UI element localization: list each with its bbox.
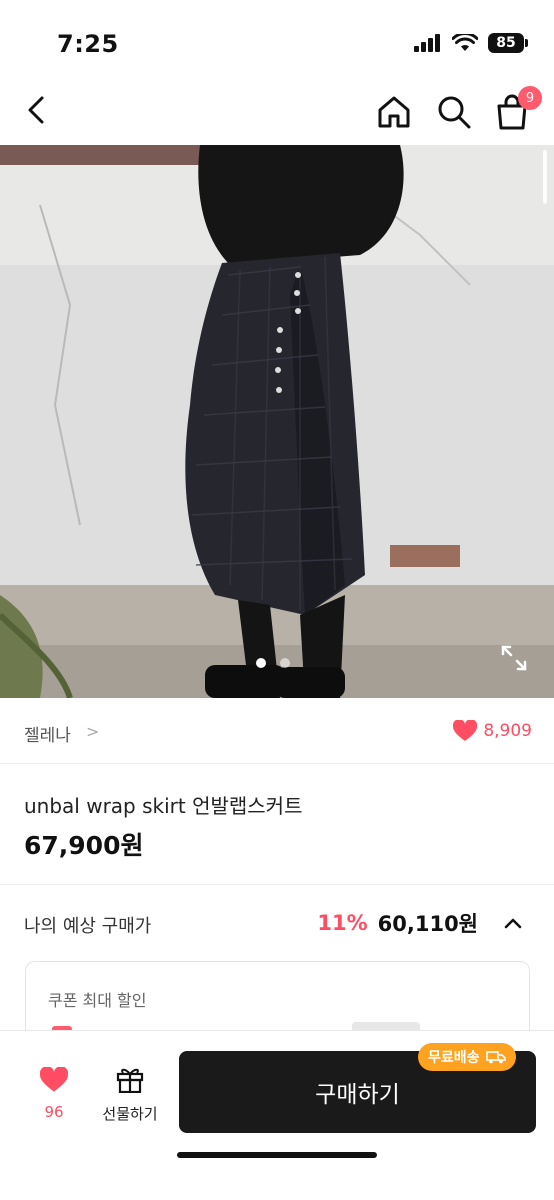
product-image[interactable] [0, 145, 554, 698]
nav-bar [0, 80, 554, 144]
product-photo [0, 145, 554, 698]
status-time: 7:25 [57, 30, 119, 58]
carousel-dot[interactable] [280, 658, 290, 668]
carousel-dot-active[interactable] [256, 658, 266, 668]
free-shipping-label: 무료배송 [428, 1050, 480, 1066]
product-price: 67,900원 [24, 831, 144, 860]
likes-count: 8,909 [483, 721, 532, 741]
seller-name[interactable]: 젤레나 [24, 721, 71, 746]
home-icon[interactable] [374, 92, 414, 132]
home-indicator [177, 1152, 377, 1158]
chevron-right-icon: > [86, 722, 100, 741]
divider [0, 884, 554, 885]
delivery-truck-icon [485, 1051, 506, 1064]
free-shipping-badge: 무료배송 [418, 1043, 516, 1071]
cart-count-badge: 9 [518, 86, 542, 110]
expected-price: 60,110원 [377, 912, 478, 936]
expected-price-toggle[interactable]: 11% 60,110원 [317, 908, 524, 938]
discount-rate: 11% [317, 911, 368, 935]
seller-row[interactable]: 젤레나 > 8,909 [0, 700, 554, 764]
chevron-up-icon[interactable] [502, 912, 524, 934]
coupon-title: 쿠폰 최대 할인 [48, 991, 147, 1010]
image-scroll-indicator [543, 150, 547, 204]
signal-icon [414, 34, 440, 52]
status-bar: 7:25 85 [0, 0, 554, 80]
bottom-action-bar: 96 선물하기 구매하기 무료배송 [0, 1030, 554, 1200]
product-title: unbal wrap skirt 언발랩스커트 [24, 794, 303, 818]
battery-icon: 85 [488, 33, 528, 53]
expected-price-label: 나의 예상 구매가 [24, 916, 152, 937]
gift-label: 선물하기 [102, 1105, 158, 1123]
gift-icon [116, 1068, 144, 1094]
like-counter[interactable]: 8,909 [453, 720, 532, 742]
carousel-dots [256, 658, 290, 668]
wifi-icon [452, 34, 478, 51]
gift-button[interactable]: 선물하기 [96, 1065, 164, 1124]
heart-icon [39, 1066, 69, 1092]
status-icons: 85 [414, 33, 528, 53]
expand-icon[interactable] [500, 644, 528, 672]
heart-icon [453, 720, 478, 741]
search-icon[interactable] [434, 92, 474, 132]
wishlist-count: 96 [44, 1103, 64, 1121]
back-arrow-icon[interactable] [20, 92, 56, 128]
wishlist-button[interactable]: 96 [34, 1066, 74, 1121]
